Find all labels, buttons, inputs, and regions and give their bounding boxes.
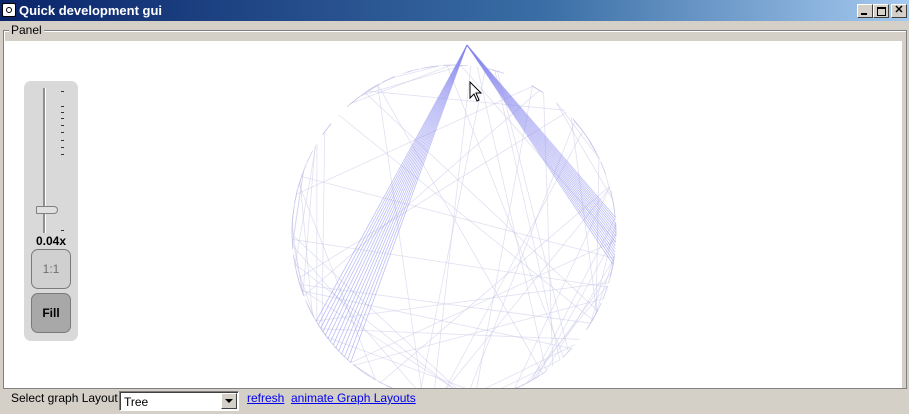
app-icon[interactable] — [2, 3, 16, 17]
graph-edge — [555, 102, 614, 201]
graph-edge — [581, 129, 590, 141]
slider-tick — [61, 154, 64, 155]
minimize-button[interactable] — [857, 4, 873, 18]
graph-edge — [526, 376, 539, 384]
slider-tick — [61, 140, 64, 141]
chevron-down-icon[interactable] — [221, 393, 237, 409]
window-client-area: Panel 0.04x 1:1 Fill Select graph Layout… — [0, 21, 909, 414]
slider-tick — [61, 112, 64, 113]
zoom-one-to-one-button[interactable]: 1:1 — [31, 249, 71, 289]
graph-edge-hub — [350, 44, 468, 363]
slider-tick — [61, 230, 64, 231]
graph-edge-hub — [466, 44, 616, 218]
graph-edge — [377, 84, 543, 374]
graph-edge — [526, 284, 609, 384]
slider-tick — [61, 91, 64, 92]
graph-edge-hub — [338, 44, 468, 352]
graph-edge — [306, 150, 313, 164]
graph-edge — [338, 114, 593, 321]
graph-edge — [380, 185, 610, 384]
zoom-level-label: 0.04x — [35, 234, 67, 248]
close-button[interactable]: ✕ — [891, 4, 907, 18]
graph-edge — [321, 131, 326, 331]
mouse-cursor-icon — [469, 81, 483, 102]
graph-edge — [446, 65, 564, 357]
slider-tick — [61, 132, 64, 133]
graph-edge — [346, 98, 358, 108]
graph-edge — [497, 71, 569, 352]
graph-edge — [291, 235, 294, 250]
graph-edge — [364, 372, 376, 381]
graph-layout-label: Select graph Layout — [11, 391, 118, 405]
bottom-toolbar: Select graph Layout Tree refresh animate… — [0, 387, 909, 414]
maximize-button[interactable] — [873, 4, 889, 18]
graph-edge — [382, 76, 395, 83]
zoom-control-panel: 0.04x 1:1 Fill — [24, 81, 78, 341]
graph-edge-hub — [322, 44, 468, 332]
graph-edge-hub — [330, 44, 468, 342]
graph-edge-hub — [341, 44, 468, 355]
graph-layout-selected-value: Tree — [124, 395, 149, 409]
window-title: Quick development gui — [19, 3, 163, 18]
graph-edge-hub — [320, 44, 468, 329]
title-bar[interactable]: Quick development gui ✕ — [0, 0, 909, 21]
graph-layout-select[interactable]: Tree — [119, 391, 239, 411]
graph-edge — [352, 364, 364, 373]
graph-edge — [476, 86, 533, 388]
graph-edge — [303, 89, 540, 297]
graph-edge-hub — [332, 44, 468, 346]
graph-edge-hub — [344, 44, 468, 358]
graph-edge — [501, 359, 561, 388]
graph-edge — [291, 209, 294, 223]
graph-edge — [573, 119, 583, 131]
graph-edge — [301, 163, 307, 177]
graph-edge — [586, 318, 594, 331]
graph-edge-hub — [317, 44, 468, 325]
slider-tick — [61, 118, 64, 119]
graph-edge-hub — [335, 44, 468, 349]
graph-edge — [301, 176, 615, 259]
graph-visualization[interactable] — [4, 41, 902, 388]
slider-tick — [61, 125, 64, 126]
graph-edge — [292, 245, 416, 388]
graph-edge — [350, 240, 616, 363]
graph-edge — [364, 92, 598, 312]
zoom-fill-button[interactable]: Fill — [31, 293, 71, 333]
refresh-link[interactable]: refresh — [247, 391, 284, 405]
slider-tick — [61, 147, 64, 148]
graph-canvas[interactable] — [4, 41, 902, 388]
slider-tick — [61, 106, 64, 107]
graph-edge-hub — [327, 44, 468, 339]
graph-edge — [294, 190, 298, 204]
graph-edge — [322, 124, 331, 136]
graph-edge — [543, 92, 554, 367]
panel-label: Panel — [9, 23, 44, 37]
graph-edge — [600, 161, 607, 175]
graph-edge — [301, 290, 572, 349]
graph-edge — [293, 255, 316, 319]
zoom-slider-thumb[interactable] — [36, 206, 58, 214]
animate-graph-layouts-link[interactable]: animate Graph Layouts — [291, 391, 416, 405]
